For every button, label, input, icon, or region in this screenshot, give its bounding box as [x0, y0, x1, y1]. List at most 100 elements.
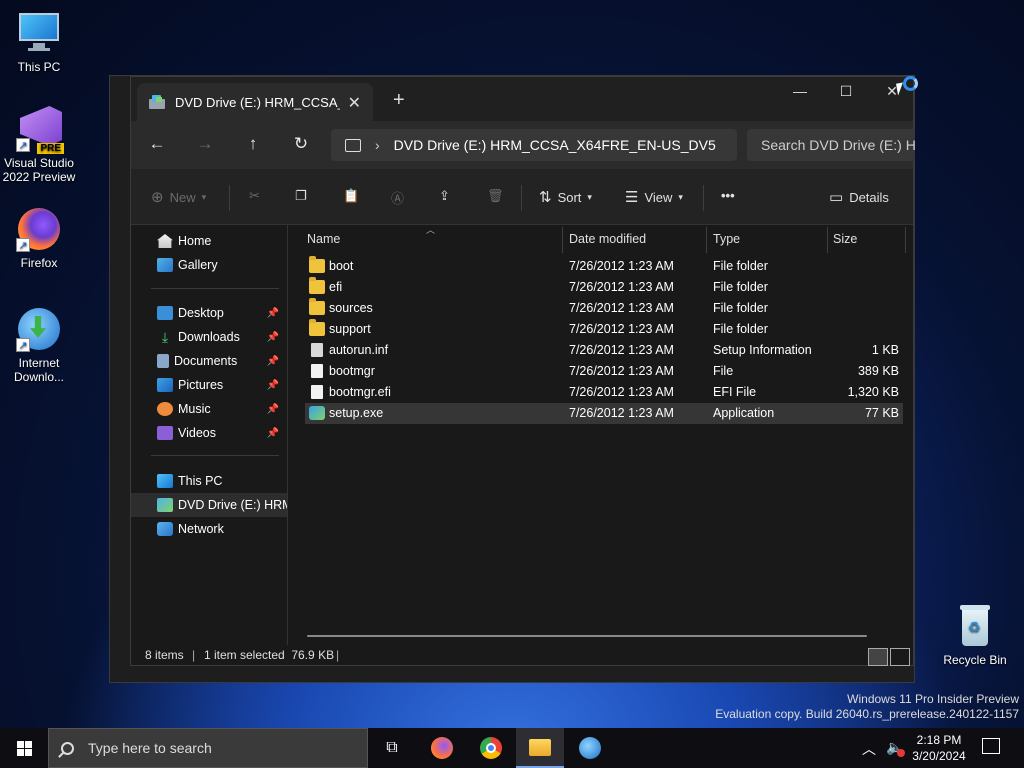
- windows-logo-pane: [25, 741, 32, 748]
- table-row[interactable]: boot 7/26/2012 1:23 AM File folder: [305, 256, 903, 277]
- column-header-name[interactable]: Name: [307, 232, 340, 246]
- maximize-button[interactable]: ☐: [823, 83, 869, 100]
- search-input[interactable]: Search DVD Drive (E:) HRM_CCSA_X64FRE_EN…: [747, 129, 915, 161]
- cut-icon[interactable]: ✂: [249, 188, 260, 204]
- table-row[interactable]: efi 7/26/2012 1:23 AM File folder: [305, 277, 903, 298]
- file-date: 7/26/2012 1:23 AM: [569, 322, 674, 336]
- sort-button[interactable]: ⇅ Sort ▾: [539, 188, 592, 206]
- pin-icon[interactable]: 📌: [267, 404, 279, 415]
- music-icon: [157, 402, 173, 416]
- desktop-icon-firefox[interactable]: ↗ Firefox: [0, 206, 78, 270]
- sidebar-item-gallery[interactable]: Gallery: [131, 253, 287, 277]
- table-row[interactable]: sources 7/26/2012 1:23 AM File folder: [305, 298, 903, 319]
- close-tab-icon[interactable]: ✕: [348, 93, 361, 113]
- refresh-icon[interactable]: ↻: [289, 134, 313, 154]
- tab-dvd-drive[interactable]: DVD Drive (E:) HRM_CCSA_X64FRE_EN-US_DV5…: [137, 83, 373, 121]
- pin-icon[interactable]: 📌: [267, 308, 279, 319]
- details-pane-button[interactable]: ▭ Details: [829, 188, 889, 206]
- taskbar-chrome[interactable]: [467, 728, 515, 768]
- taskbar-setup-app[interactable]: [566, 728, 614, 768]
- sidebar-item-label: DVD Drive (E:) HRM_CCSA_X64FRE_EN-US_DV5: [178, 498, 287, 512]
- new-button[interactable]: ⊕ New ▾: [151, 188, 206, 206]
- taskbar-firefox[interactable]: [418, 728, 466, 768]
- desktop-folder-icon: [157, 306, 173, 320]
- column-header-date[interactable]: Date modified: [569, 232, 646, 246]
- horizontal-scrollbar[interactable]: [307, 635, 867, 637]
- taskbar-search-input[interactable]: Type here to search: [48, 728, 368, 768]
- back-arrow-icon[interactable]: ←: [145, 134, 169, 154]
- notifications-icon[interactable]: [982, 738, 1000, 754]
- firefox-icon: [431, 737, 453, 759]
- desktop-icon-recycle-bin[interactable]: ♻ Recycle Bin: [936, 603, 1014, 667]
- file-icon: [311, 364, 323, 378]
- taskbar-file-explorer[interactable]: [516, 728, 564, 768]
- column-header-type[interactable]: Type: [713, 232, 740, 246]
- pin-icon[interactable]: 📌: [267, 332, 279, 343]
- forward-arrow-icon[interactable]: →: [193, 134, 217, 154]
- sort-arrows-icon: ⇅: [539, 189, 552, 206]
- windows-logo-pane: [17, 749, 24, 756]
- clock[interactable]: 2:18 PM 3/20/2024: [910, 732, 968, 764]
- taskbar: Type here to search ⧉ ︿ 🔈 2:18 PM 3/20/2…: [0, 728, 1024, 768]
- sidebar-item-music[interactable]: Music 📌: [131, 397, 287, 421]
- dvd-drive-icon: [157, 498, 173, 512]
- file-size: 1,320 KB: [847, 385, 899, 399]
- sidebar-item-pictures[interactable]: Pictures 📌: [131, 373, 287, 397]
- table-row-selected[interactable]: setup.exe 7/26/2012 1:23 AM Application …: [305, 403, 903, 424]
- sidebar-item-home[interactable]: Home: [131, 229, 287, 253]
- sidebar-item-documents[interactable]: Documents 📌: [131, 349, 287, 373]
- chevron-down-icon: ▾: [678, 191, 683, 202]
- sidebar-item-videos[interactable]: Videos 📌: [131, 421, 287, 445]
- start-button[interactable]: [0, 728, 48, 768]
- sidebar-item-downloads[interactable]: ⤓ Downloads 📌: [131, 325, 287, 349]
- title-bar[interactable]: DVD Drive (E:) HRM_CCSA_X64FRE_EN-US_DV5…: [131, 77, 913, 121]
- pin-icon[interactable]: 📌: [267, 356, 279, 367]
- rename-icon[interactable]: Ⓐ: [391, 188, 404, 207]
- column-divider[interactable]: [706, 227, 707, 253]
- tiles-view-icon[interactable]: [890, 648, 910, 666]
- paste-icon[interactable]: 📋: [343, 188, 359, 204]
- delete-icon[interactable]: 🗑: [487, 188, 504, 204]
- column-header-size[interactable]: Size: [833, 232, 857, 246]
- address-bar[interactable]: › DVD Drive (E:) HRM_CCSA_X64FRE_EN-US_D…: [331, 129, 737, 161]
- more-options-icon[interactable]: •••: [721, 188, 735, 203]
- pin-icon[interactable]: 📌: [267, 428, 279, 439]
- view-button[interactable]: ☰ View ▾: [625, 188, 683, 206]
- monitor-icon: [16, 10, 62, 56]
- details-view-icon[interactable]: [868, 648, 888, 666]
- up-arrow-icon[interactable]: ↑: [241, 134, 265, 154]
- task-view-button[interactable]: ⧉: [368, 728, 416, 768]
- desktop-icon-visual-studio[interactable]: PRE ↗ Visual Studio 2022 Preview: [0, 106, 78, 184]
- copy-icon[interactable]: ❐: [295, 188, 307, 204]
- visual-studio-icon: PRE ↗: [16, 106, 64, 154]
- sidebar-item-label: Home: [178, 234, 212, 248]
- column-divider[interactable]: [827, 227, 828, 253]
- item-count: 8 items: [145, 648, 184, 662]
- chevron-up-icon[interactable]: ︿: [862, 739, 876, 759]
- column-divider[interactable]: [562, 227, 563, 253]
- share-icon[interactable]: ⇪: [439, 188, 450, 204]
- file-date: 7/26/2012 1:23 AM: [569, 385, 674, 399]
- table-row[interactable]: bootmgr 7/26/2012 1:23 AM File 389 KB: [305, 361, 903, 382]
- desktop-icon-internet-download-manager[interactable]: ↗ Internet Downlo...: [0, 306, 78, 384]
- sidebar-item-dvd-drive[interactable]: DVD Drive (E:) HRM_CCSA_X64FRE_EN-US_DV5: [131, 493, 287, 517]
- setup-globe-icon: [579, 737, 601, 759]
- sidebar-item-this-pc[interactable]: This PC: [131, 469, 287, 493]
- firefox-icon: ↗: [16, 206, 62, 252]
- minimize-button[interactable]: —: [777, 83, 823, 99]
- new-tab-button[interactable]: +: [393, 89, 405, 112]
- file-list: ︿ Name Date modified Type Size boot 7/26…: [289, 225, 915, 645]
- file-name: boot: [329, 259, 354, 273]
- table-row[interactable]: bootmgr.efi 7/26/2012 1:23 AM EFI File 1…: [305, 382, 903, 403]
- column-divider[interactable]: [905, 227, 906, 253]
- chevron-right-icon[interactable]: ›: [375, 137, 380, 153]
- sidebar-item-label: Pictures: [178, 378, 224, 392]
- details-pane-icon: ▭: [829, 189, 844, 206]
- selection-info: 1 item selected 76.9 KB: [204, 648, 335, 662]
- desktop-icon-this-pc[interactable]: This PC: [0, 10, 78, 74]
- sidebar-item-desktop[interactable]: Desktop 📌: [131, 301, 287, 325]
- sidebar-item-network[interactable]: Network: [131, 517, 287, 541]
- table-row[interactable]: support 7/26/2012 1:23 AM File folder: [305, 319, 903, 340]
- table-row[interactable]: autorun.inf 7/26/2012 1:23 AM Setup Info…: [305, 340, 903, 361]
- pin-icon[interactable]: 📌: [267, 380, 279, 391]
